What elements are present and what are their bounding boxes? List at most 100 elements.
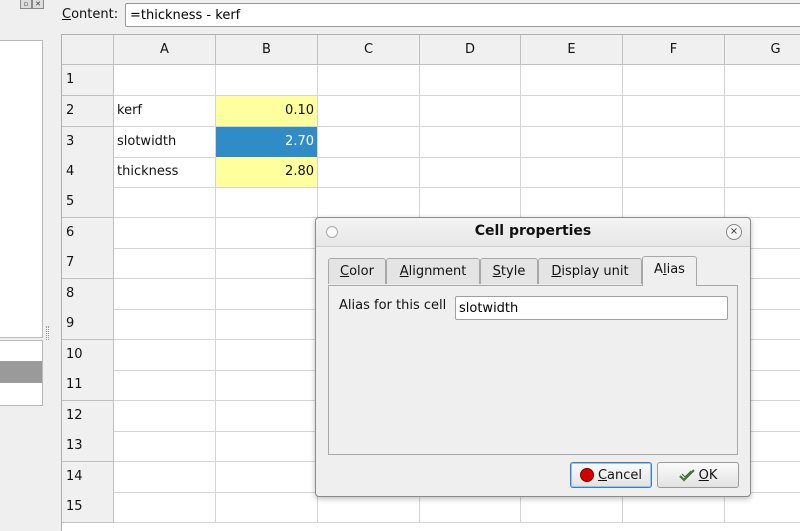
property-selected-row[interactable] [0,361,42,383]
grid-cell[interactable] [318,157,420,188]
cell-b3-selected[interactable]: 2.70 [216,127,318,158]
grid-cell[interactable] [114,279,216,310]
row-header-14[interactable]: 14 [62,462,114,493]
grid-cell[interactable] [114,370,216,401]
grid-cell[interactable] [216,279,318,310]
grid-cell[interactable] [318,96,420,127]
row-header-15[interactable]: 15 [62,492,114,523]
grid-cell[interactable] [114,187,216,218]
grid-cell[interactable] [623,127,725,158]
grid-cell[interactable] [725,157,800,188]
tab-alignment[interactable]: Alignment [386,258,480,284]
grid-cell[interactable] [420,65,521,96]
column-header-g[interactable]: G [725,35,800,65]
cancel-button[interactable]: Cancel [570,462,652,488]
grid-cell[interactable] [725,187,800,218]
grid-cell[interactable] [318,187,420,218]
grid-cell[interactable] [420,127,521,158]
column-header-c[interactable]: C [318,35,420,65]
grid-cell[interactable] [521,65,623,96]
grid-cell[interactable] [623,187,725,218]
grid-cell[interactable] [114,248,216,279]
grid-cell[interactable] [521,127,623,158]
row-header-8[interactable]: 8 [62,279,114,310]
grid-cell[interactable] [420,157,521,188]
cell-b2[interactable]: 0.10 [216,96,318,127]
alias-input[interactable] [455,296,728,320]
cell-a3[interactable]: slotwidth [114,127,216,158]
grid-cell[interactable] [216,187,318,218]
row-header-10[interactable]: 10 [62,340,114,371]
grid-cell[interactable] [114,218,216,249]
grid-cell[interactable] [216,431,318,462]
grid-cell[interactable] [725,96,800,127]
tab-alias[interactable]: Alias [642,256,697,286]
row-header-3[interactable]: 3 [62,127,114,158]
grid-cell[interactable] [216,462,318,493]
dialog-titlebar[interactable]: Cell properties × [316,218,750,247]
column-header-e[interactable]: E [521,35,623,65]
column-header-b[interactable]: B [216,35,318,65]
grid-cell[interactable] [216,340,318,371]
check-hand-icon [678,469,695,482]
content-input[interactable] [125,3,800,27]
grid-cell[interactable] [725,65,800,96]
close-icon[interactable]: × [726,224,742,240]
grid-cell[interactable] [216,492,318,523]
grid-cell[interactable] [114,401,216,432]
grid-cell[interactable] [114,340,216,371]
row-header-6[interactable]: 6 [62,218,114,249]
cell-a2[interactable]: kerf [114,96,216,127]
grid-cell[interactable] [114,492,216,523]
column-header-f[interactable]: F [623,35,725,65]
dialog-title: Cell properties [474,223,592,239]
grid-cell[interactable] [623,96,725,127]
tab-style[interactable]: Style [480,258,538,284]
row-header-5[interactable]: 5 [62,187,114,218]
grid-cell[interactable] [318,65,420,96]
grid-cell[interactable] [420,187,521,218]
row-header-1[interactable]: 1 [62,65,114,96]
grid-cell[interactable] [521,96,623,127]
cell-a4[interactable]: thickness [114,157,216,188]
grid-corner[interactable] [62,35,114,65]
row-header-13[interactable]: 13 [62,431,114,462]
row-header-11[interactable]: 11 [62,370,114,401]
cell-b4[interactable]: 2.80 [216,157,318,188]
grid-cell[interactable] [114,309,216,340]
grid-cell[interactable] [216,218,318,249]
row-header-12[interactable]: 12 [62,401,114,432]
grid-cell[interactable] [114,65,216,96]
model-tree-panel[interactable] [0,40,43,338]
tab-color[interactable]: Color [328,258,386,284]
grid-cell[interactable] [623,157,725,188]
dock-close-icon[interactable]: ✕ [32,0,44,9]
grid-cell[interactable] [216,248,318,279]
property-view-panel[interactable] [0,340,43,406]
column-header-d[interactable]: D [420,35,521,65]
row-header-2[interactable]: 2 [62,96,114,127]
grid-cell[interactable] [420,96,521,127]
grid-cell[interactable] [623,65,725,96]
panel-splitter-handle[interactable] [46,326,49,340]
ok-button[interactable]: OK [657,462,739,488]
content-label: Content: [62,7,119,22]
row-header-9[interactable]: 9 [62,309,114,340]
left-dock-panel: ▫ ✕ [0,0,44,530]
grid-cell[interactable] [114,431,216,462]
grid-cell[interactable] [216,401,318,432]
dock-float-icon[interactable]: ▫ [20,0,32,9]
grid-cell[interactable] [216,309,318,340]
grid-cell[interactable] [318,127,420,158]
grid-cell[interactable] [521,187,623,218]
grid-cell[interactable] [725,127,800,158]
cell-properties-dialog: Cell properties × Color Alignment Style … [315,217,751,497]
grid-cell[interactable] [114,462,216,493]
row-header-4[interactable]: 4 [62,157,114,188]
grid-cell[interactable] [521,157,623,188]
grid-cell[interactable] [216,370,318,401]
grid-cell[interactable] [216,65,318,96]
row-header-7[interactable]: 7 [62,248,114,279]
column-header-a[interactable]: A [114,35,216,65]
tab-display-unit[interactable]: Display unit [538,258,642,284]
